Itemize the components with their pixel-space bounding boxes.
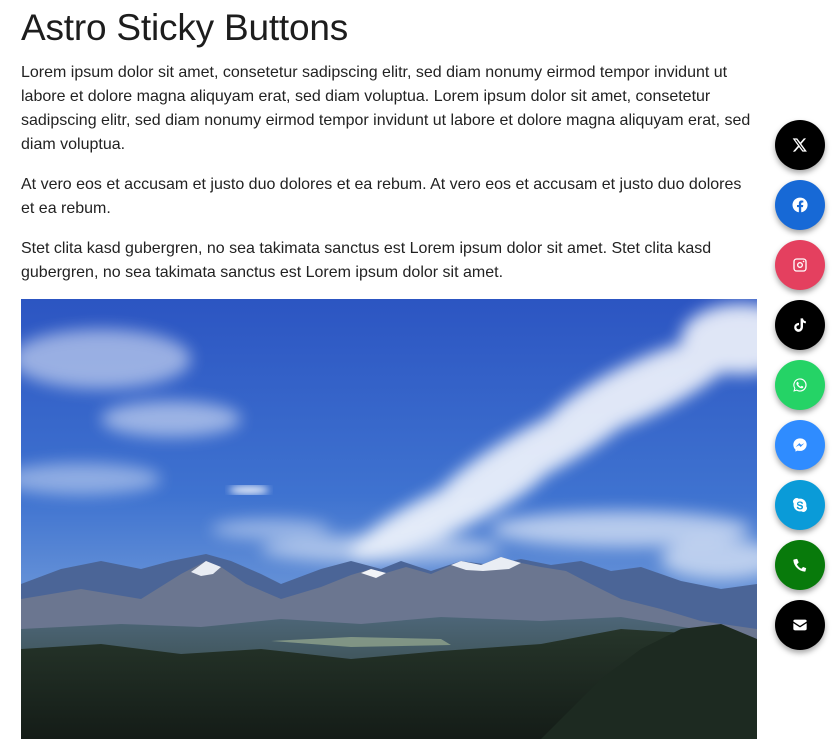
x-icon <box>792 138 807 152</box>
paragraph-3: Stet clita kasd gubergren, no sea takima… <box>21 240 712 281</box>
facebook-icon <box>792 197 808 213</box>
skype-button[interactable] <box>775 480 825 530</box>
instagram-button[interactable] <box>775 240 825 290</box>
paragraph-1: Lorem ipsum dolor sit amet, consetetur s… <box>21 64 751 153</box>
envelope-icon <box>793 619 807 631</box>
facebook-button[interactable] <box>775 180 825 230</box>
main-content: Astro Sticky Buttons Lorem ipsum dolor s… <box>21 0 757 285</box>
x-button[interactable] <box>775 120 825 170</box>
phone-button[interactable] <box>775 540 825 590</box>
messenger-icon <box>793 438 807 452</box>
email-button[interactable] <box>775 600 825 650</box>
page-title: Astro Sticky Buttons <box>21 7 349 48</box>
messenger-button[interactable] <box>775 420 825 470</box>
instagram-icon <box>793 258 807 272</box>
paragraph-2: At vero eos et accusam et justo duo dolo… <box>21 176 742 217</box>
skype-icon <box>793 498 807 512</box>
mountain-landscape-image <box>21 299 757 739</box>
whatsapp-button[interactable] <box>775 360 825 410</box>
whatsapp-icon <box>793 378 807 392</box>
phone-icon <box>793 558 807 572</box>
tiktok-button[interactable] <box>775 300 825 350</box>
tiktok-icon <box>794 318 806 332</box>
